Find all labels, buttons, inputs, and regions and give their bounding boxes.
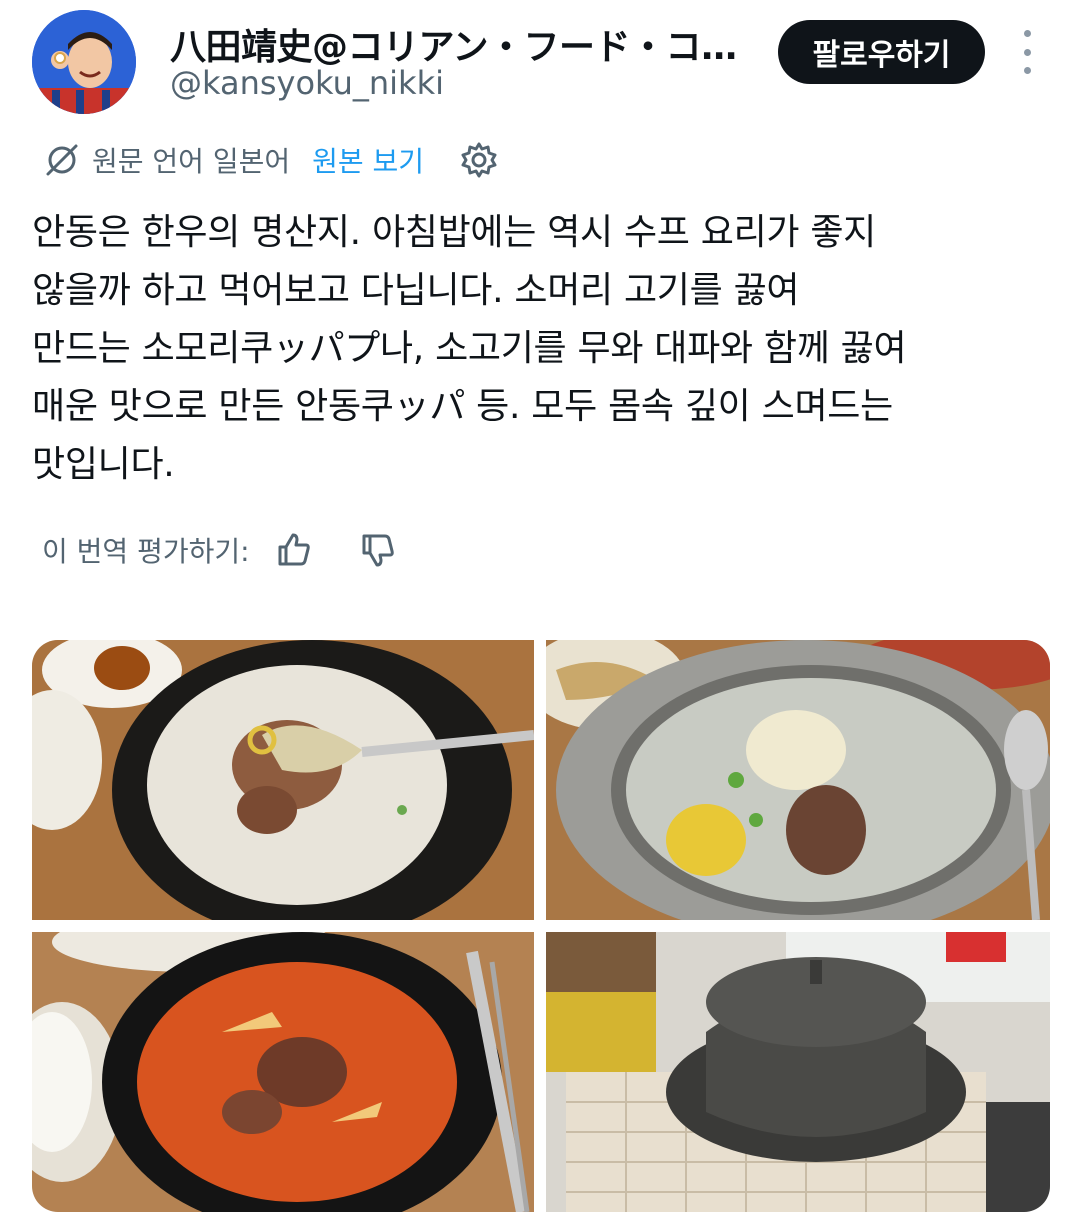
follow-button[interactable]: 팔로우하기 (778, 20, 985, 84)
show-original-link[interactable]: 원본 보기 (312, 140, 424, 180)
soup-photo-image (32, 640, 534, 920)
thumbs-up-icon[interactable] (274, 530, 314, 570)
broth-photo-image (546, 640, 1050, 920)
cauldron-photo-image (546, 932, 1050, 1212)
spicy-soup-photo-image (32, 932, 534, 1212)
avatar-image (32, 10, 136, 114)
translate-off-icon (46, 144, 78, 176)
photo-3[interactable] (32, 932, 534, 1212)
rating-label: 이 번역 평가하기: (42, 535, 250, 568)
tweet-text: 안동은 한우의 명산지. 아침밥에는 역시 수프 요리가 좋지 않을까 하고 먹… (32, 212, 907, 485)
media-grid (32, 640, 1050, 1212)
author-display-name[interactable]: 八田靖史@コリアン・フード・コラ... (170, 18, 740, 70)
photo-2[interactable] (546, 640, 1050, 920)
gear-icon[interactable] (460, 141, 498, 179)
photo-1[interactable] (32, 640, 534, 920)
translation-bar: 원문 언어 일본어 원본 보기 (44, 138, 498, 182)
translation-rating: 이 번역 평가하기: (42, 526, 398, 574)
photo-4[interactable] (546, 932, 1050, 1212)
tweet-detail: 八田靖史@コリアン・フード・コラ... @kansyoku_nikki 팔로우하… (0, 0, 1080, 1224)
more-icon[interactable] (1012, 30, 1042, 74)
original-language-label: 원문 언어 일본어 (92, 145, 291, 178)
thumbs-down-icon[interactable] (358, 530, 398, 570)
author-handle[interactable]: @kansyoku_nikki (170, 64, 444, 102)
avatar[interactable] (32, 10, 136, 114)
